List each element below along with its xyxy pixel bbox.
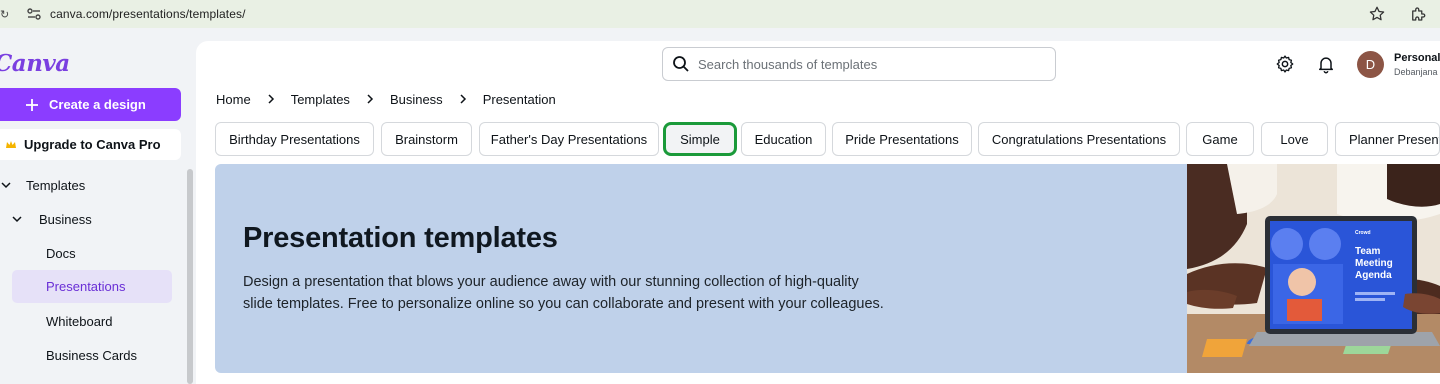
description-line: Design a presentation that blows your au… (243, 274, 859, 290)
breadcrumb-business[interactable]: Business (390, 92, 443, 107)
search-bar[interactable] (662, 47, 1056, 81)
address-url[interactable]: canva.com/presentations/templates/ (50, 7, 246, 21)
reload-icon[interactable]: ↻ (0, 8, 9, 21)
chevron-down-icon (1, 182, 11, 189)
sidebar-item-label: Presentations (46, 279, 126, 294)
chip-love[interactable]: Love (1261, 122, 1328, 156)
chip-game[interactable]: Game (1186, 122, 1254, 156)
account-name[interactable]: Personal (1394, 52, 1440, 64)
laptop-brand-text: Crowd (1355, 230, 1371, 236)
canva-logo[interactable]: Canva (0, 50, 70, 77)
page-title: Presentation templates (243, 222, 558, 254)
plus-icon (26, 98, 38, 111)
laptop-title-line: Team (1355, 246, 1380, 257)
account-user: Debanjana (1394, 67, 1438, 77)
breadcrumb-templates[interactable]: Templates (291, 92, 350, 107)
sidebar-item-label: Business (39, 211, 92, 227)
search-icon (673, 56, 689, 72)
sidebar-item-label: Templates (26, 177, 86, 193)
chip-pride-presentations[interactable]: Pride Presentations (832, 122, 972, 156)
chip-fathers-day-presentations[interactable]: Father's Day Presentations (479, 122, 659, 156)
browser-address-bar: ↻ canva.com/presentations/templates/ (0, 0, 1440, 28)
sidebar-item-business[interactable]: Business (0, 205, 180, 233)
crown-icon (6, 140, 16, 148)
chip-birthday-presentations[interactable]: Birthday Presentations (215, 122, 374, 156)
site-info-icon[interactable] (26, 6, 42, 22)
notification-bell-icon[interactable] (1316, 54, 1336, 74)
laptop-title-line: Agenda (1355, 270, 1392, 281)
description-line: slide templates. Free to personalize onl… (243, 296, 884, 312)
create-design-button[interactable]: Create a design (0, 88, 181, 121)
chevron-right-icon (268, 94, 274, 104)
sidebar-item-business-cards[interactable]: Business Cards (46, 341, 137, 369)
sidebar-item-label: Docs (46, 245, 76, 261)
breadcrumb-current: Presentation (482, 91, 556, 107)
laptop-illustration: Crowd Team Meeting Agenda (1187, 164, 1440, 373)
chip-education[interactable]: Education (741, 122, 826, 156)
create-design-label: Create a design (49, 97, 146, 112)
chip-planner-presentations[interactable]: Planner Presentations (1335, 122, 1440, 156)
hero-photo: Crowd Team Meeting Agenda (1187, 164, 1440, 373)
chip-congratulations-presentations[interactable]: Congratulations Presentations (978, 122, 1180, 156)
search-input[interactable] (698, 56, 1038, 72)
sidebar-item-presentations[interactable]: Presentations (12, 270, 172, 303)
avatar[interactable]: D (1357, 51, 1384, 78)
settings-gear-icon[interactable] (1275, 54, 1295, 74)
sidebar: Canva Create a design Upgrade to Canva P… (0, 28, 196, 384)
chevron-down-icon (12, 216, 22, 223)
sidebar-item-label: Business Cards (46, 347, 138, 363)
upgrade-pro-button[interactable]: Upgrade to Canva Pro (0, 129, 181, 160)
breadcrumb: Home Templates Business Presentation (216, 90, 556, 108)
sidebar-item-label: Whiteboard (46, 313, 113, 329)
sidebar-item-templates[interactable]: Templates (0, 171, 180, 199)
sidebar-scrollbar[interactable] (187, 169, 193, 384)
upgrade-pro-label: Upgrade to Canva Pro (24, 137, 161, 152)
sidebar-item-docs[interactable]: Docs (46, 239, 76, 267)
chevron-right-icon (367, 94, 373, 104)
laptop-title-line: Meeting (1355, 258, 1393, 269)
chip-brainstorm[interactable]: Brainstorm (381, 122, 472, 156)
bookmark-star-icon[interactable] (1368, 5, 1386, 23)
chip-simple[interactable]: Simple (663, 122, 737, 156)
sidebar-item-whiteboard[interactable]: Whiteboard (46, 307, 112, 335)
page-description: Design a presentation that blows your au… (243, 271, 903, 315)
chevron-right-icon (460, 94, 466, 104)
hero-banner: Presentation templates Design a presenta… (215, 164, 1440, 373)
extensions-puzzle-icon[interactable] (1409, 5, 1427, 23)
breadcrumb-home[interactable]: Home (216, 92, 251, 107)
